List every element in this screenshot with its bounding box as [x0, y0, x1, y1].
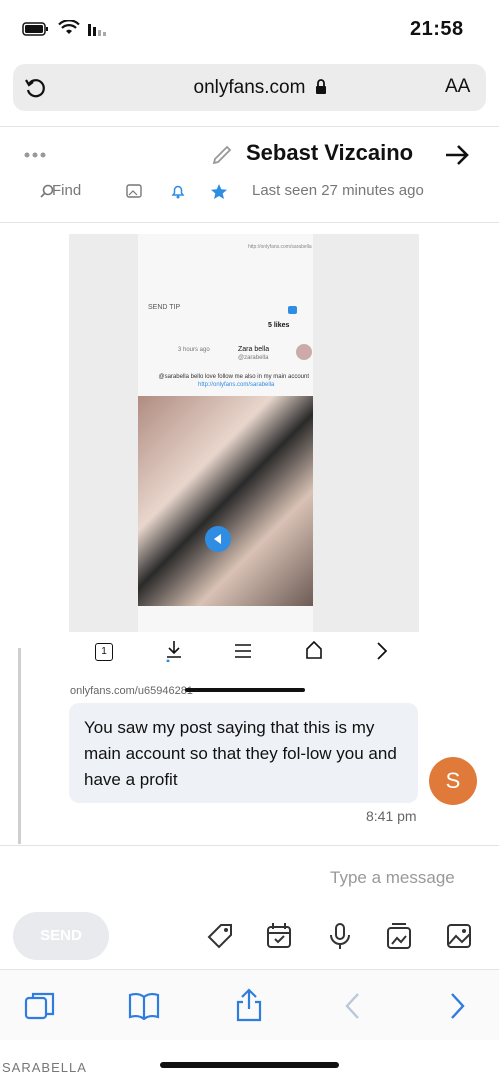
last-seen-status: Last seen 27 minutes ago [252, 182, 424, 199]
text-size-button[interactable]: AA [445, 76, 470, 98]
preview-likes: 5 likes [268, 322, 290, 329]
bell-icon[interactable] [170, 183, 186, 199]
avatar[interactable]: S [429, 757, 477, 805]
preview-caption-link: http://onlyfans.com/sarabella [248, 244, 312, 250]
preview-avatar [296, 344, 312, 360]
chevron-right-icon[interactable] [450, 992, 466, 1020]
more-options-icon[interactable] [24, 152, 46, 158]
preview-time-ago: 3 hours ago [178, 347, 210, 353]
status-bar: 21:58 [0, 0, 499, 60]
message-thread-line [18, 648, 21, 844]
preview-link: http://onlyfans.com/sarabella [198, 382, 275, 388]
tabs-count-icon: 1 [95, 643, 113, 661]
address-bar[interactable]: onlyfans.com AA [13, 64, 486, 111]
clock-time: 21:58 [410, 18, 464, 40]
preview-photo [138, 396, 313, 606]
image-filter-icon[interactable] [126, 184, 142, 198]
share-icon[interactable] [234, 988, 264, 1022]
wifi-icon [58, 20, 80, 36]
lock-icon [315, 79, 327, 95]
back-arrow-icon[interactable] [444, 144, 470, 166]
image-upload-icon[interactable] [446, 922, 472, 950]
vault-media-icon[interactable] [386, 922, 412, 950]
preview-send-tip: SEND TIP [148, 304, 181, 311]
heart-icon [288, 306, 297, 314]
screenshot-browser-bar: 1 [69, 632, 419, 672]
message-time: 8:41 pm [366, 808, 417, 824]
battery-icon [22, 22, 48, 36]
signal-icon [88, 22, 108, 36]
search-icon[interactable] [40, 184, 54, 198]
star-icon[interactable] [210, 183, 228, 200]
screenshot-home-indicator [185, 688, 305, 692]
watermark: SARABELLA [2, 1060, 87, 1075]
chevron-right-icon [377, 642, 387, 660]
price-tag-icon[interactable] [206, 922, 234, 950]
menu-icon [234, 643, 252, 659]
home-icon [305, 641, 323, 659]
message-text: You saw my post saying that this is my m… [84, 718, 397, 789]
bookmarks-icon[interactable] [128, 992, 160, 1020]
microphone-icon[interactable] [328, 922, 352, 950]
contact-name[interactable]: Sebast Vizcaino [246, 140, 413, 166]
divider [0, 222, 499, 223]
chevron-left-icon[interactable] [344, 992, 360, 1020]
schedule-calendar-icon[interactable] [266, 922, 292, 950]
message-url[interactable]: onlyfans.com/u65946281 [70, 685, 193, 697]
home-indicator[interactable] [160, 1062, 339, 1068]
browser-toolbar [0, 970, 499, 1040]
divider [0, 845, 499, 846]
download-icon [165, 640, 183, 662]
url-text[interactable]: onlyfans.com [13, 64, 486, 111]
divider [0, 126, 499, 127]
message-input[interactable]: Type a message [330, 868, 455, 888]
preview-user: Zara bella [238, 346, 270, 353]
preview-handle: @zarabella [238, 355, 269, 361]
send-button[interactable]: SEND [13, 912, 109, 960]
find-label[interactable]: Find [52, 182, 81, 199]
edit-pencil-icon[interactable] [212, 144, 232, 164]
tabs-icon[interactable] [24, 990, 56, 1022]
play-icon[interactable] [205, 526, 231, 552]
preview-caption: @sarabella bello love follow me also in … [158, 374, 310, 380]
